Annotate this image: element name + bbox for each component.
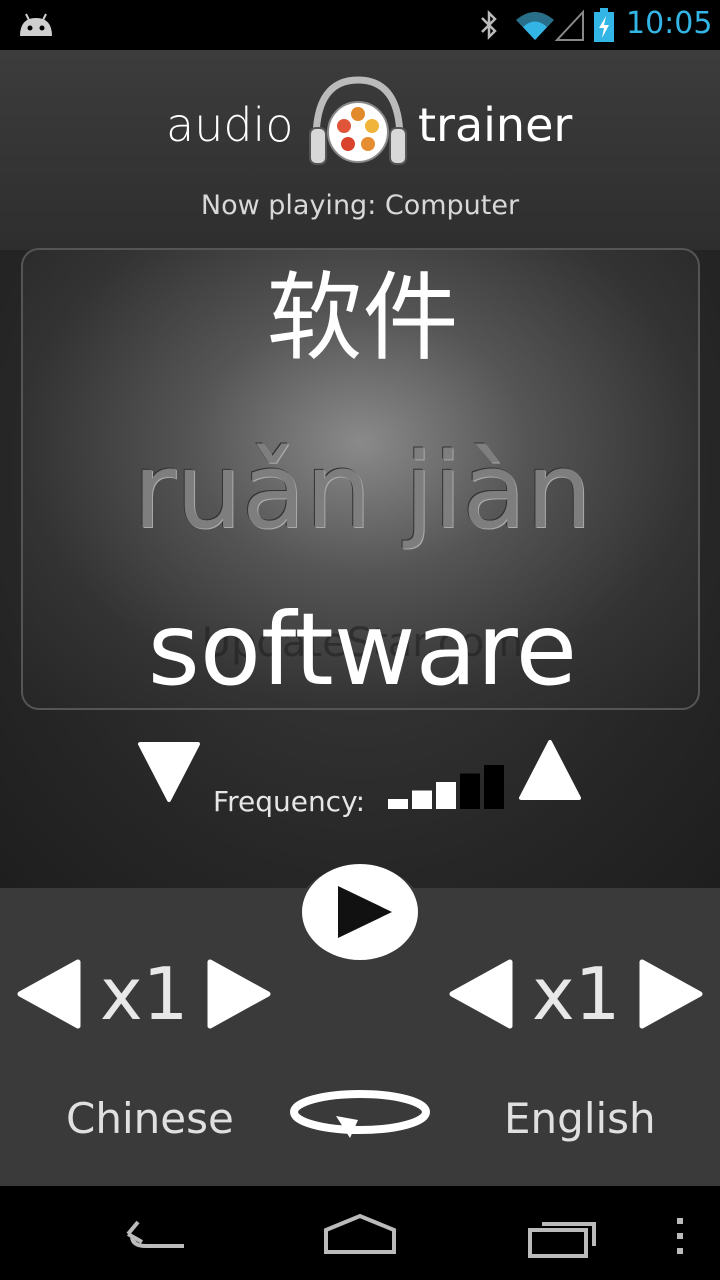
app-header: audio trainer Now playing: Computer <box>0 50 720 250</box>
chinese-speed-value: x1 <box>100 952 189 1036</box>
battery-charging-icon <box>594 8 614 42</box>
frequency-up-button[interactable] <box>517 738 583 804</box>
frequency-label: Frequency: <box>213 785 366 818</box>
swap-languages-icon[interactable] <box>288 1086 432 1142</box>
play-button[interactable] <box>300 862 420 962</box>
back-icon[interactable] <box>124 1216 196 1256</box>
signal-icon <box>555 9 584 41</box>
english-speed-increase-button[interactable] <box>638 958 704 1030</box>
clock: 10:05 <box>626 6 713 41</box>
target-language-label: English <box>504 1094 656 1143</box>
english-speed-value: x1 <box>532 952 621 1036</box>
frequency-level-bars <box>388 765 504 809</box>
frequency-bar <box>484 765 504 809</box>
now-playing-text: Now playing: Computer <box>200 190 520 221</box>
logo-text-trainer: trainer <box>418 98 573 152</box>
chinese-speed-increase-button[interactable] <box>206 958 272 1030</box>
flashcard[interactable]: 软件 ruǎn jiàn UpdateStar.com software <box>21 248 700 710</box>
system-nav-bar <box>0 1186 720 1280</box>
frequency-bar <box>436 782 456 809</box>
source-language-label: Chinese <box>66 1094 234 1143</box>
headphones-logo-icon <box>309 76 407 165</box>
flashcard-area: 软件 ruǎn jiàn UpdateStar.com software Fre… <box>0 248 720 888</box>
frequency-bar <box>388 799 408 809</box>
android-icon <box>20 13 52 36</box>
logo-text-audio: audio <box>166 98 294 152</box>
bluetooth-icon <box>481 9 497 41</box>
frequency-bar <box>412 790 432 809</box>
menu-overflow-icon[interactable] <box>672 1216 688 1256</box>
home-icon[interactable] <box>322 1212 398 1256</box>
pinyin-text: ruǎn jiàn <box>133 430 592 552</box>
english-speed-decrease-button[interactable] <box>448 958 514 1030</box>
recent-apps-icon[interactable] <box>526 1214 598 1258</box>
english-translation: software <box>147 591 578 708</box>
playback-controls: x1 x1 Chinese English <box>0 864 720 1186</box>
chinese-characters: 软件 <box>266 262 459 374</box>
wifi-icon <box>516 12 554 40</box>
chinese-speed-decrease-button[interactable] <box>16 958 82 1030</box>
frequency-bar <box>460 773 480 809</box>
frequency-down-button[interactable] <box>136 738 202 804</box>
status-bar: 10:05 <box>0 0 720 50</box>
